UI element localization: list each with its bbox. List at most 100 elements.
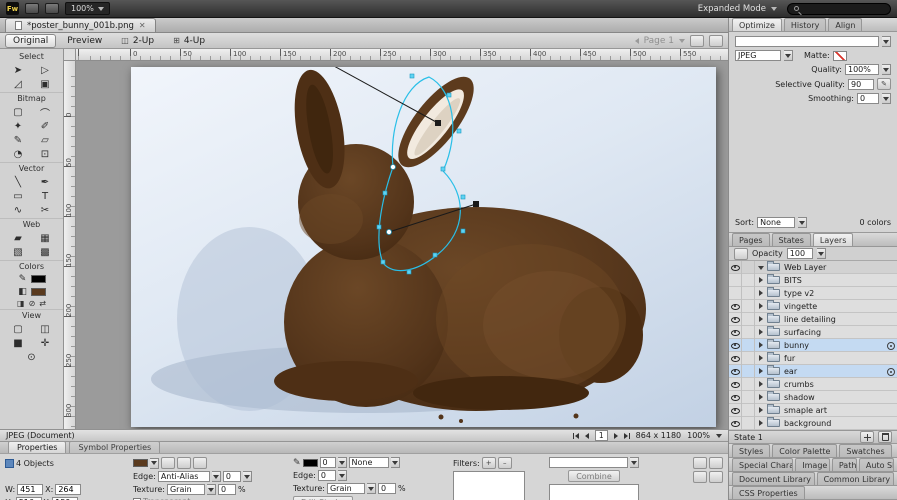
previous-state-icon[interactable] (585, 433, 589, 439)
layer-lock-cell[interactable] (742, 339, 755, 352)
layer-row[interactable]: bunny (729, 339, 897, 352)
next-state-icon[interactable] (614, 433, 618, 439)
page-selector[interactable]: Page 1 (644, 36, 674, 46)
collapsed-panel-tab[interactable]: Document Library (732, 472, 815, 485)
tab-align[interactable]: Align (828, 18, 862, 31)
layer-visibility-toggle[interactable] (729, 417, 742, 430)
layer-lock-cell[interactable] (742, 274, 755, 287)
layer-disclosure-icon[interactable] (757, 313, 766, 326)
blur-tool[interactable]: ◔ (10, 147, 27, 161)
last-state-icon[interactable] (624, 433, 630, 439)
layer-visibility-toggle[interactable] (729, 300, 742, 313)
layer-disclosure-icon[interactable] (757, 352, 766, 365)
collapsed-panel-tab[interactable]: Special Characters (732, 458, 793, 471)
layer-disclosure-icon[interactable] (757, 365, 766, 378)
layer-visibility-toggle[interactable] (729, 391, 742, 404)
fill-texture-amount[interactable]: 0 (218, 484, 236, 495)
layer-disclosure-icon[interactable] (757, 417, 766, 430)
zoom-level-dropdown[interactable]: 100% (65, 2, 110, 15)
blend-dropdown[interactable] (549, 457, 628, 468)
layer-visibility-toggle[interactable] (729, 313, 742, 326)
layer-target-badge[interactable] (885, 300, 897, 313)
layer-name[interactable]: shadow (783, 393, 885, 402)
delete-layer-button[interactable] (878, 431, 892, 443)
layer-name[interactable]: BITS (783, 276, 885, 285)
layer-name[interactable]: type v2 (783, 289, 885, 298)
combine-button[interactable]: Combine (568, 470, 620, 482)
stroke-color-chip[interactable] (303, 459, 318, 467)
marquee-tool[interactable]: ▢ (10, 105, 27, 119)
stroke-color-well[interactable] (31, 275, 46, 283)
layer-row[interactable]: Web Layer (729, 261, 897, 274)
layer-lock-cell[interactable] (742, 287, 755, 300)
ruler-origin-box[interactable] (64, 49, 76, 61)
layer-target-badge[interactable] (885, 404, 897, 417)
layer-name[interactable]: fur (783, 354, 885, 363)
standard-screen-mode-icon[interactable]: ▢ (10, 322, 27, 336)
layer-name[interactable]: Web Layer (783, 263, 885, 272)
hand-tool[interactable]: ✛ (37, 336, 54, 350)
layer-lock-cell[interactable] (742, 313, 755, 326)
collapsed-panel-tab[interactable]: Styles (732, 444, 770, 457)
panel-option-button-3[interactable] (693, 471, 707, 483)
chevron-down-icon[interactable] (882, 64, 891, 75)
chevron-down-icon[interactable] (338, 457, 347, 468)
chevron-down-icon[interactable] (798, 217, 807, 228)
eraser-tool[interactable]: ▱ (37, 133, 54, 147)
workspace-mode-dropdown[interactable]: Expanded Mode (698, 4, 777, 14)
chevron-down-icon[interactable] (391, 457, 400, 468)
layer-target-badge[interactable] (885, 274, 897, 287)
layer-visibility-toggle[interactable] (729, 287, 742, 300)
tab-4up[interactable]: ⊞ 4-Up (165, 34, 213, 48)
tab-2up[interactable]: ◫ 2-Up (113, 34, 162, 48)
rectangle-tool[interactable]: ▭ (10, 189, 27, 203)
close-icon[interactable]: ✕ (139, 21, 146, 30)
menubar-tool-icon-2[interactable] (45, 3, 59, 14)
layer-name[interactable]: ear (783, 367, 885, 376)
layer-lock-cell[interactable] (742, 404, 755, 417)
tab-symbol-properties[interactable]: Symbol Properties (69, 441, 160, 453)
layer-visibility-toggle[interactable] (729, 378, 742, 391)
default-colors-icon[interactable]: ◨ (17, 299, 25, 308)
layer-lock-cell[interactable] (742, 365, 755, 378)
layer-name[interactable]: bunny (783, 341, 885, 350)
layer-name[interactable]: crumbs (783, 380, 885, 389)
layer-disclosure-icon[interactable] (757, 287, 766, 300)
tab-optimize[interactable]: Optimize (732, 18, 782, 31)
chevron-down-icon[interactable] (243, 471, 252, 482)
collapsed-panel-tab[interactable]: Swatches (839, 444, 891, 457)
layer-disclosure-icon[interactable] (757, 261, 766, 274)
page-option-button-2[interactable] (709, 35, 723, 47)
tab-original[interactable]: Original (5, 34, 56, 48)
slice-tool[interactable]: ▦ (37, 231, 54, 245)
layer-disclosure-icon[interactable] (757, 404, 766, 417)
vertical-ruler[interactable]: 050100150200250300350 (64, 61, 76, 429)
layer-visibility-toggle[interactable] (729, 274, 742, 287)
current-state-box[interactable]: 1 (595, 430, 608, 441)
smoothing-value[interactable]: 0 (857, 93, 879, 104)
layer-disclosure-icon[interactable] (757, 378, 766, 391)
brush-tool[interactable]: ✐ (37, 119, 54, 133)
layer-lock-cell[interactable] (742, 352, 755, 365)
tab-layers[interactable]: Layers (813, 233, 853, 246)
saved-settings-dropdown[interactable] (735, 36, 879, 47)
fill-edge-dropdown[interactable]: Anti-Alias (158, 471, 210, 482)
layer-disclosure-icon[interactable] (757, 391, 766, 404)
stroke-edge-amount[interactable]: 0 (318, 470, 336, 481)
tab-states[interactable]: States (772, 233, 811, 246)
width-field[interactable] (20, 485, 40, 494)
menubar-tool-icon-1[interactable] (25, 3, 39, 14)
hide-hotspots-tool[interactable]: ▧ (10, 245, 27, 259)
stroke-texture-amount[interactable]: 0 (378, 483, 396, 494)
canvas-image[interactable] (131, 67, 716, 427)
no-color-icon[interactable]: ⊘ (29, 299, 36, 308)
crop-tool[interactable]: ▣ (37, 77, 54, 91)
edit-stroke-button[interactable]: Edit Stroke (293, 496, 353, 500)
stroke-texture-dropdown[interactable]: Grain (327, 483, 365, 494)
layer-target-badge[interactable] (885, 378, 897, 391)
panel-option-button-4[interactable] (709, 471, 723, 483)
selective-quality-value[interactable]: 90 (848, 79, 874, 90)
sort-dropdown[interactable]: None (757, 217, 795, 228)
layer-name[interactable]: vingette (783, 302, 885, 311)
quality-value[interactable]: 100% (845, 64, 879, 75)
